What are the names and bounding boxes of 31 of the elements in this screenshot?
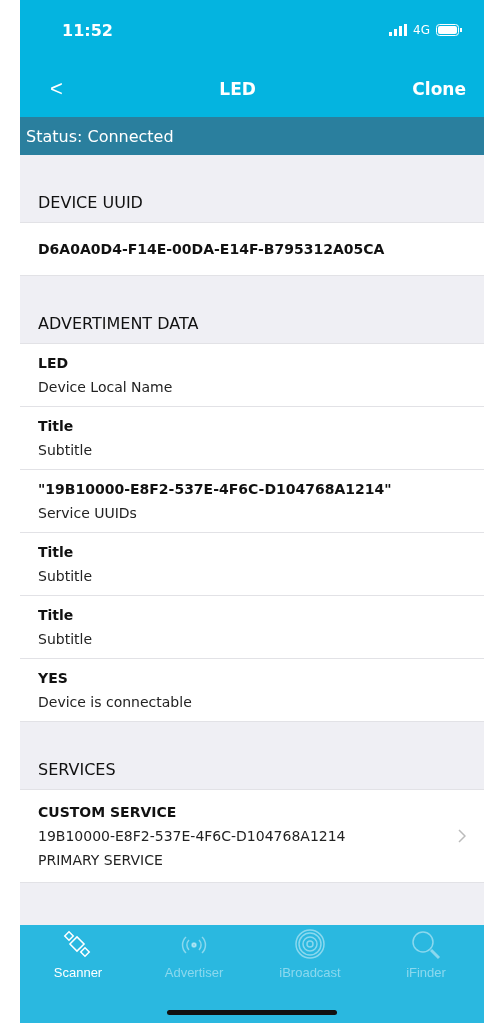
service-name: CUSTOM SERVICE [38,804,178,820]
row-subtitle: Subtitle [38,442,94,458]
service-uuid: 19B10000-E8F2-537E-4F6C-D104768A1214 [38,828,347,844]
tab[interactable]: Advertiser [136,929,252,980]
row-subtitle: Subtitle [38,631,94,647]
service-type: PRIMARY SERVICE [38,852,164,868]
chevron-right-icon [458,829,466,843]
row-title: Title [38,607,75,623]
row-subtitle: Service UUIDs [38,505,138,521]
nav-title: LED [219,78,256,99]
device-uuid: D6A0A0D4-F14E-00DA-E14F-B795312A05CA [38,241,385,257]
row-subtitle: Device Local Name [38,379,174,395]
connection-status: Status: Connected [20,117,484,155]
row-subtitle: Device is connectable [38,694,193,710]
clock-time: 11:52 [62,20,113,40]
network-type: 4G [413,23,430,37]
cellular-signal-icon [389,24,408,36]
row-title: "19B10000-E8F2-537E-4F6C-D104768A1214" [38,481,393,497]
clone-button[interactable]: Clone [412,78,466,99]
row-title: LED [38,355,70,371]
tab[interactable]: Scanner [20,929,136,980]
row-title: Title [38,418,75,434]
battery-icon [436,24,462,36]
tab[interactable]: iBroadcast [252,929,368,980]
tab[interactable]: iFinder [368,929,484,980]
row-title: Title [38,544,75,560]
row-subtitle: Subtitle [38,568,94,584]
back-button[interactable]: < [50,75,63,102]
search-icon [410,929,442,961]
signal-rings-icon [294,929,326,961]
row-title: YES [38,670,69,686]
